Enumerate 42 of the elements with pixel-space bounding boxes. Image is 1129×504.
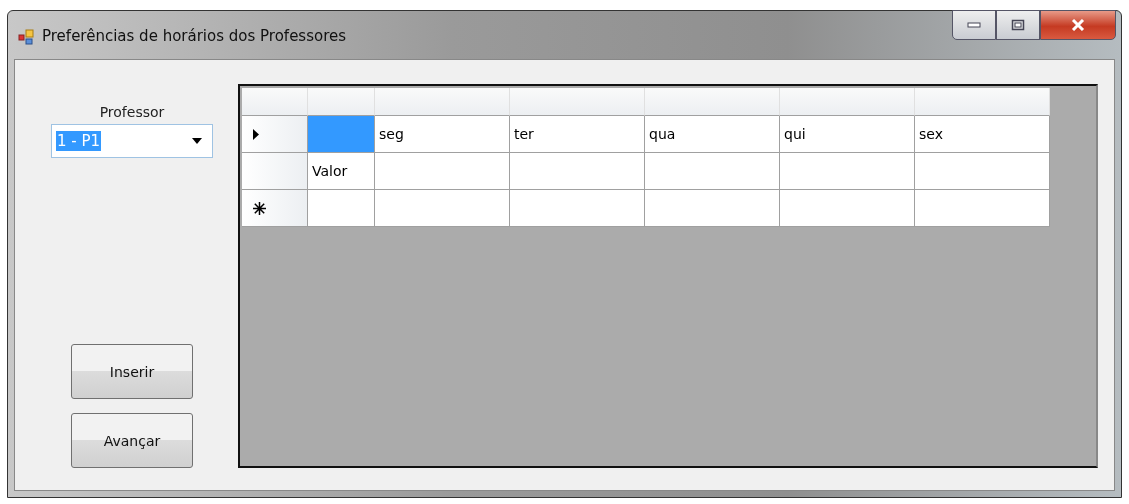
table-cell[interactable]: sex bbox=[915, 116, 1050, 153]
column-header[interactable] bbox=[915, 88, 1050, 116]
professor-label: Professor bbox=[99, 104, 165, 120]
row-header[interactable] bbox=[242, 153, 308, 190]
column-header[interactable] bbox=[510, 88, 645, 116]
column-header[interactable] bbox=[645, 88, 780, 116]
table-cell[interactable]: Valor bbox=[308, 153, 375, 190]
table-cell[interactable] bbox=[780, 153, 915, 190]
table-cell[interactable]: seg bbox=[375, 116, 510, 153]
table-cell[interactable] bbox=[645, 153, 780, 190]
table-cell[interactable] bbox=[308, 190, 375, 227]
row-header[interactable] bbox=[242, 116, 308, 153]
corner-header bbox=[242, 88, 308, 116]
maximize-button[interactable] bbox=[996, 10, 1040, 40]
table-cell[interactable] bbox=[308, 116, 375, 153]
table-cell[interactable] bbox=[645, 190, 780, 227]
table-cell[interactable]: qua bbox=[645, 116, 780, 153]
column-header[interactable] bbox=[308, 88, 375, 116]
row-header[interactable] bbox=[242, 190, 308, 227]
action-button[interactable]: Avançar bbox=[71, 413, 193, 468]
table-cell[interactable] bbox=[510, 190, 645, 227]
maximize-icon bbox=[1011, 19, 1025, 31]
current-row-icon bbox=[253, 128, 259, 140]
minimize-icon bbox=[967, 22, 981, 28]
table-cell[interactable] bbox=[375, 153, 510, 190]
table-cell[interactable] bbox=[780, 190, 915, 227]
table-cell[interactable] bbox=[915, 153, 1050, 190]
table-cell[interactable]: ter bbox=[510, 116, 645, 153]
caret-icon bbox=[192, 138, 202, 144]
table-cell[interactable] bbox=[510, 153, 645, 190]
close-button[interactable] bbox=[1040, 10, 1116, 40]
close-icon bbox=[1070, 19, 1086, 31]
table-cell[interactable] bbox=[915, 190, 1050, 227]
action-button[interactable]: Inserir bbox=[71, 344, 193, 399]
new-row-icon bbox=[253, 201, 266, 215]
table-cell[interactable] bbox=[375, 190, 510, 227]
column-header[interactable] bbox=[375, 88, 510, 116]
minimize-button[interactable] bbox=[952, 10, 996, 40]
table-cell[interactable]: qui bbox=[780, 116, 915, 153]
column-header[interactable] bbox=[780, 88, 915, 116]
app-icon bbox=[18, 29, 34, 45]
window-title: Preferências de horários dos Professores bbox=[42, 27, 347, 45]
